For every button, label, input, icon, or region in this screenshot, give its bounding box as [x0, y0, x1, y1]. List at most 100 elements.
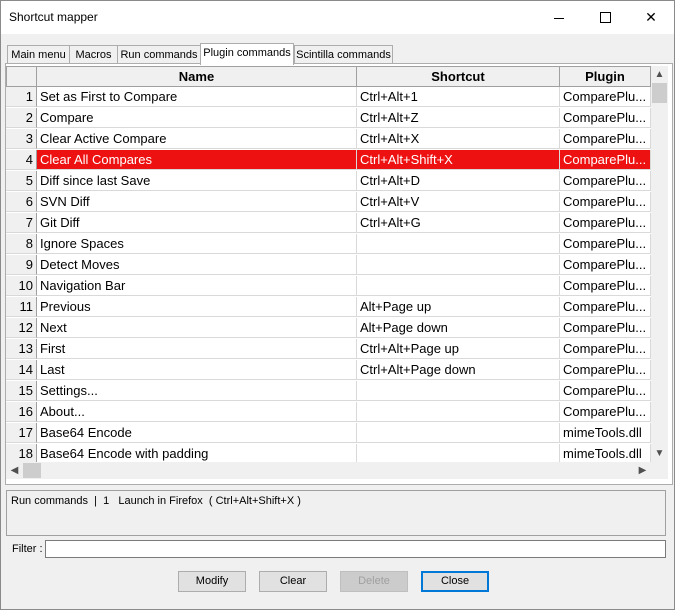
row-name[interactable]: Previous	[37, 297, 357, 317]
table-row[interactable]: 12 Next Alt+Page down ComparePlu...	[6, 318, 651, 339]
row-plugin[interactable]: ComparePlu...	[560, 255, 651, 275]
row-shortcut[interactable]	[357, 402, 560, 422]
table-row[interactable]: 9 Detect Moves ComparePlu...	[6, 255, 651, 276]
filter-input[interactable]	[45, 540, 666, 558]
row-shortcut[interactable]: Ctrl+Alt+V	[357, 192, 560, 212]
scroll-left-icon[interactable]: ◀	[6, 462, 23, 479]
table-row[interactable]: 1 Set as First to Compare Ctrl+Alt+1 Compar…	[6, 87, 651, 108]
table-row[interactable]: 13 First Ctrl+Alt+Page up ComparePlu...	[6, 339, 651, 360]
scroll-down-icon[interactable]: ▼	[651, 445, 668, 462]
row-name[interactable]: Ignore Spaces	[37, 234, 357, 254]
table-row[interactable]: 11 Previous Alt+Page up ComparePlu...	[6, 297, 651, 318]
row-shortcut[interactable]	[357, 381, 560, 401]
row-plugin[interactable]: ComparePlu...	[560, 213, 651, 233]
row-shortcut[interactable]: Ctrl+Alt+G	[357, 213, 560, 233]
modify-button[interactable]: Modify	[178, 571, 246, 592]
row-shortcut[interactable]: Alt+Page up	[357, 297, 560, 317]
row-name[interactable]: Clear All Compares	[37, 150, 357, 170]
horizontal-scrollbar[interactable]: ◀ ▶	[6, 462, 668, 479]
row-number[interactable]: 2	[6, 108, 37, 128]
header-shortcut[interactable]: Shortcut	[357, 66, 560, 87]
row-plugin[interactable]: ComparePlu...	[560, 276, 651, 296]
row-number[interactable]: 18	[6, 444, 37, 462]
row-shortcut[interactable]: Ctrl+Alt+X	[357, 129, 560, 149]
row-shortcut[interactable]: Ctrl+Alt+Page up	[357, 339, 560, 359]
row-plugin[interactable]: ComparePlu...	[560, 402, 651, 422]
row-shortcut[interactable]	[357, 234, 560, 254]
row-shortcut[interactable]	[357, 276, 560, 296]
row-shortcut[interactable]	[357, 444, 560, 462]
maximize-button[interactable]	[582, 1, 628, 33]
row-name[interactable]: Git Diff	[37, 213, 357, 233]
row-number[interactable]: 9	[6, 255, 37, 275]
table-row[interactable]: 5 Diff since last Save Ctrl+Alt+D ComparePl…	[6, 171, 651, 192]
row-name[interactable]: Compare	[37, 108, 357, 128]
row-number[interactable]: 3	[6, 129, 37, 149]
tab-plugin-commands[interactable]: Plugin commands	[200, 43, 294, 65]
row-plugin[interactable]: ComparePlu...	[560, 129, 651, 149]
row-number[interactable]: 5	[6, 171, 37, 191]
close-window-button[interactable]: ✕	[628, 1, 674, 33]
table-row[interactable]: 3 Clear Active Compare Ctrl+Alt+X ComparePl…	[6, 129, 651, 150]
row-name[interactable]: Diff since last Save	[37, 171, 357, 191]
header-name[interactable]: Name	[37, 66, 357, 87]
table-row[interactable]: 2 Compare Ctrl+Alt+Z ComparePlu...	[6, 108, 651, 129]
row-number[interactable]: 8	[6, 234, 37, 254]
row-number[interactable]: 14	[6, 360, 37, 380]
delete-button[interactable]: Delete	[340, 571, 408, 592]
row-number[interactable]: 12	[6, 318, 37, 338]
row-name[interactable]: Base64 Encode with padding	[37, 444, 357, 462]
table-row[interactable]: 4 Clear All Compares Ctrl+Alt+Shift+X Compa…	[6, 150, 651, 171]
table-row[interactable]: 16 About... ComparePlu...	[6, 402, 651, 423]
row-plugin[interactable]: ComparePlu...	[560, 339, 651, 359]
row-shortcut[interactable]: Ctrl+Alt+Z	[357, 108, 560, 128]
row-plugin[interactable]: ComparePlu...	[560, 381, 651, 401]
table-row[interactable]: 6 SVN Diff Ctrl+Alt+V ComparePlu...	[6, 192, 651, 213]
table-row[interactable]: 8 Ignore Spaces ComparePlu...	[6, 234, 651, 255]
row-number[interactable]: 15	[6, 381, 37, 401]
row-plugin[interactable]: ComparePlu...	[560, 234, 651, 254]
row-plugin[interactable]: ComparePlu...	[560, 318, 651, 338]
row-name[interactable]: SVN Diff	[37, 192, 357, 212]
row-name[interactable]: Settings...	[37, 381, 357, 401]
horizontal-scroll-thumb[interactable]	[23, 463, 41, 478]
row-number[interactable]: 10	[6, 276, 37, 296]
row-number[interactable]: 13	[6, 339, 37, 359]
row-shortcut[interactable]	[357, 255, 560, 275]
tab-scintilla-commands[interactable]: Scintilla commands	[294, 45, 393, 64]
table-row[interactable]: 18 Base64 Encode with padding mimeTools.dl…	[6, 444, 651, 462]
vertical-scrollbar[interactable]: ▲ ▼	[651, 66, 668, 462]
row-shortcut[interactable]: Ctrl+Alt+1	[357, 87, 560, 107]
row-name[interactable]: Base64 Encode	[37, 423, 357, 443]
row-shortcut[interactable]: Ctrl+Alt+Shift+X	[357, 150, 560, 170]
row-name[interactable]: About...	[37, 402, 357, 422]
row-name[interactable]: Next	[37, 318, 357, 338]
row-plugin[interactable]: ComparePlu...	[560, 150, 651, 170]
table-row[interactable]: 15 Settings... ComparePlu...	[6, 381, 651, 402]
row-number[interactable]: 6	[6, 192, 37, 212]
row-plugin[interactable]: ComparePlu...	[560, 297, 651, 317]
row-number[interactable]: 7	[6, 213, 37, 233]
row-plugin[interactable]: ComparePlu...	[560, 108, 651, 128]
row-plugin[interactable]: ComparePlu...	[560, 360, 651, 380]
row-shortcut[interactable]: Ctrl+Alt+D	[357, 171, 560, 191]
row-plugin[interactable]: ComparePlu...	[560, 171, 651, 191]
close-button[interactable]: Close	[421, 571, 489, 592]
row-name[interactable]: Clear Active Compare	[37, 129, 357, 149]
tab-run-commands[interactable]: Run commands	[117, 45, 201, 64]
scroll-up-icon[interactable]: ▲	[651, 66, 668, 83]
row-number[interactable]: 17	[6, 423, 37, 443]
row-name[interactable]: Detect Moves	[37, 255, 357, 275]
row-name[interactable]: First	[37, 339, 357, 359]
row-plugin[interactable]: ComparePlu...	[560, 192, 651, 212]
row-name[interactable]: Set as First to Compare	[37, 87, 357, 107]
tab-macros[interactable]: Macros	[69, 45, 118, 64]
row-number[interactable]: 1	[6, 87, 37, 107]
table-row[interactable]: 10 Navigation Bar ComparePlu...	[6, 276, 651, 297]
row-name[interactable]: Last	[37, 360, 357, 380]
row-number[interactable]: 16	[6, 402, 37, 422]
minimize-button[interactable]	[536, 1, 582, 33]
header-plugin[interactable]: Plugin	[560, 66, 651, 87]
row-shortcut[interactable]: Alt+Page down	[357, 318, 560, 338]
tab-main-menu[interactable]: Main menu	[7, 45, 70, 64]
